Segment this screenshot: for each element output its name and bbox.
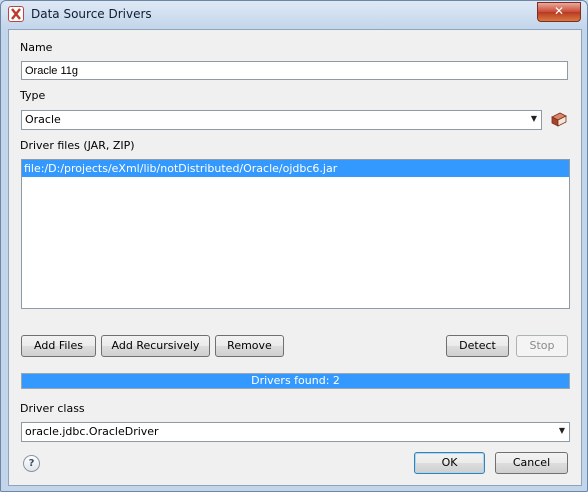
driver-class-select-value: oracle.jdbc.OracleDriver [25, 425, 159, 438]
dialog-window: Data Source Drivers ✕ Name Type Oracle ▼… [0, 0, 588, 492]
type-select-value: Oracle [25, 113, 61, 126]
progress-text: Drivers found: 2 [251, 374, 340, 387]
chevron-down-icon: ▼ [558, 426, 565, 435]
ok-button[interactable]: OK [414, 452, 485, 474]
book-icon[interactable] [550, 112, 568, 128]
dialog-content: Name Type Oracle ▼ Driver files (JAR, ZI… [8, 29, 582, 486]
name-input[interactable] [21, 61, 568, 80]
type-select[interactable]: Oracle ▼ [21, 110, 542, 130]
cancel-button[interactable]: Cancel [495, 452, 568, 474]
driver-files-list[interactable]: file:/D:/projects/eXml/lib/notDistribute… [21, 159, 570, 309]
chevron-down-icon: ▼ [530, 114, 537, 123]
driver-class-label: Driver class [20, 402, 85, 415]
name-label: Name [20, 41, 53, 54]
add-files-button[interactable]: Add Files [21, 335, 96, 357]
stop-button[interactable]: Stop [516, 335, 568, 357]
list-item[interactable]: file:/D:/projects/eXml/lib/notDistribute… [22, 160, 569, 177]
detect-button[interactable]: Detect [446, 335, 509, 357]
type-label: Type [20, 89, 46, 102]
close-button[interactable]: ✕ [537, 2, 581, 22]
help-icon[interactable]: ? [23, 455, 40, 472]
window-title: Data Source Drivers [31, 7, 152, 21]
remove-button[interactable]: Remove [215, 335, 284, 357]
xml-app-icon [8, 6, 24, 22]
drivers-progress-bar: Drivers found: 2 [21, 373, 570, 389]
driver-class-select[interactable]: oracle.jdbc.OracleDriver ▼ [21, 422, 570, 442]
driver-files-label: Driver files (JAR, ZIP) [20, 139, 135, 152]
add-recursively-button[interactable]: Add Recursively [101, 335, 210, 357]
title-bar[interactable]: Data Source Drivers ✕ [1, 1, 587, 29]
